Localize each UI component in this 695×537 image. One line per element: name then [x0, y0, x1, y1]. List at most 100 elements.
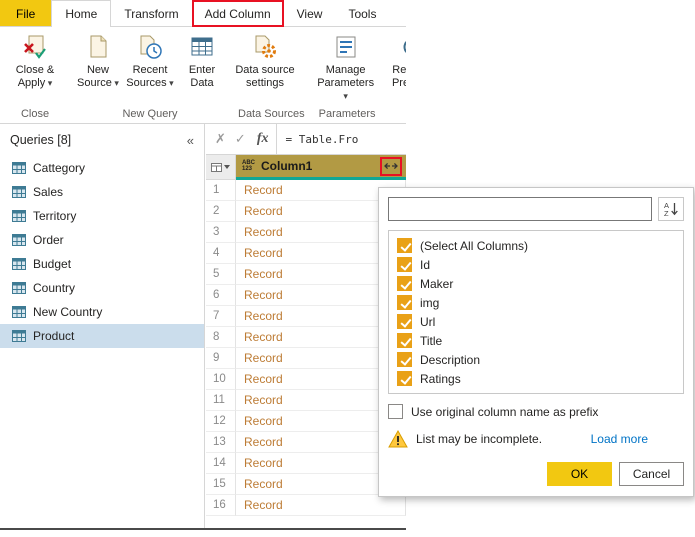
- tab-add-column[interactable]: Add Column: [191, 0, 284, 27]
- query-name: Order: [33, 233, 64, 247]
- column-list: (Select All Columns) Id Maker img Url Ti…: [388, 230, 684, 394]
- commit-formula-icon[interactable]: ✓: [235, 131, 255, 147]
- option-maker[interactable]: Maker: [397, 274, 675, 293]
- option-label: Url: [420, 314, 436, 329]
- sidebar-item-new-country[interactable]: New Country: [0, 300, 204, 324]
- formula-bar: ✗ ✓ fx = Table.Fro: [206, 123, 406, 155]
- select-all-corner-button[interactable]: [206, 155, 236, 180]
- tab-home[interactable]: Home: [51, 0, 112, 27]
- fx-icon[interactable]: fx: [255, 131, 277, 147]
- query-name: Sales: [33, 185, 64, 199]
- row-number: 16: [206, 495, 236, 516]
- manage-parameters-button[interactable]: Manage Parameters: [315, 30, 377, 104]
- ribbon-group-parameters: Manage Parameters Parameters: [315, 30, 380, 124]
- row-number: 1: [206, 180, 236, 201]
- expand-column-button[interactable]: [380, 156, 402, 176]
- tab-file[interactable]: File: [0, 0, 52, 27]
- warning-row: List may be incomplete. Load more: [388, 430, 684, 448]
- checkbox-checked-icon[interactable]: [397, 333, 412, 348]
- warning-icon: [388, 430, 408, 448]
- checkbox-checked-icon[interactable]: [397, 314, 412, 329]
- queries-pane: Queries [8] Cattegory Sales Territory Or…: [0, 124, 205, 528]
- query-name: Budget: [33, 257, 72, 271]
- option-select-all-columns[interactable]: (Select All Columns): [397, 236, 675, 255]
- checkbox-checked-icon[interactable]: [397, 238, 412, 253]
- table-row: 2 Record: [206, 201, 406, 222]
- formula-input[interactable]: = Table.Fro: [277, 133, 358, 146]
- sidebar-item-cattegory[interactable]: Cattegory: [0, 156, 204, 180]
- row-number: 5: [206, 264, 236, 285]
- checkbox-checked-icon[interactable]: [397, 295, 412, 310]
- checkbox-checked-icon[interactable]: [397, 352, 412, 367]
- data-source-settings-button[interactable]: Data source settings: [234, 30, 296, 90]
- table-icon: [12, 258, 26, 270]
- option-id[interactable]: Id: [397, 255, 675, 274]
- button-label: Refresh: [392, 64, 406, 76]
- row-number: 7: [206, 306, 236, 327]
- popup-search-row: A Z: [388, 197, 684, 221]
- table-row: 13 Record: [206, 432, 406, 453]
- checkbox-checked-icon[interactable]: [397, 276, 412, 291]
- column-type-icon: ABC 123: [242, 160, 255, 172]
- option-url[interactable]: Url: [397, 312, 675, 331]
- table-icon: [12, 330, 26, 342]
- sidebar-item-product[interactable]: Product: [0, 324, 204, 348]
- button-label: Source: [77, 77, 119, 90]
- sidebar-item-order[interactable]: Order: [0, 228, 204, 252]
- sidebar-item-budget[interactable]: Budget: [0, 252, 204, 276]
- chevron-down-icon: [224, 165, 230, 169]
- prefix-label: Use original column name as prefix: [411, 404, 599, 419]
- enter-data-button[interactable]: Enter Data: [176, 30, 228, 90]
- table-row: 12 Record: [206, 411, 406, 432]
- row-number: 8: [206, 327, 236, 348]
- ribbon-tab-bar: File Home Transform Add Column View Tool…: [0, 0, 406, 27]
- sort-button[interactable]: A Z: [658, 197, 684, 221]
- button-label: Manage: [325, 64, 366, 76]
- option-ratings[interactable]: Ratings: [397, 369, 675, 388]
- group-label-close: Close: [20, 108, 50, 120]
- option-title[interactable]: Title: [397, 331, 675, 350]
- tab-transform[interactable]: Transform: [111, 0, 191, 27]
- popup-buttons: OK Cancel: [388, 462, 684, 486]
- cancel-button[interactable]: Cancel: [619, 462, 684, 486]
- sidebar-item-territory[interactable]: Territory: [0, 204, 204, 228]
- load-more-link[interactable]: Load more: [591, 432, 648, 446]
- option-img[interactable]: img: [397, 293, 675, 312]
- search-columns-input[interactable]: [388, 197, 652, 221]
- column-header-column1[interactable]: ABC 123 Column1: [236, 155, 406, 180]
- manage-parameters-icon: [333, 34, 359, 60]
- checkbox-checked-icon[interactable]: [397, 371, 412, 386]
- option-description[interactable]: Description: [397, 350, 675, 369]
- prefix-option[interactable]: Use original column name as prefix: [388, 404, 684, 419]
- tab-tools[interactable]: Tools: [335, 0, 389, 27]
- record-link[interactable]: Record: [236, 495, 406, 516]
- query-name: Product: [33, 329, 75, 343]
- sidebar-item-sales[interactable]: Sales: [0, 180, 204, 204]
- warning-text: List may be incomplete.: [416, 432, 543, 446]
- table-row: 8 Record: [206, 327, 406, 348]
- table-row: 10 Record: [206, 369, 406, 390]
- refresh-preview-button[interactable]: Refresh Preview: [386, 30, 406, 90]
- new-source-button[interactable]: New Source: [72, 30, 124, 90]
- row-number: 2: [206, 201, 236, 222]
- cancel-formula-icon[interactable]: ✗: [206, 131, 235, 147]
- close-apply-icon: [22, 34, 48, 60]
- row-number: 10: [206, 369, 236, 390]
- checkbox-unchecked-icon[interactable]: [388, 404, 403, 419]
- ok-button[interactable]: OK: [547, 462, 612, 486]
- svg-text:Z: Z: [664, 209, 669, 218]
- option-label: (Select All Columns): [420, 238, 529, 253]
- ribbon-group-refresh: Refresh Preview: [386, 30, 406, 124]
- collapse-pane-icon[interactable]: [187, 133, 194, 148]
- type-123: 123: [242, 166, 253, 172]
- option-label: Title: [420, 333, 443, 348]
- checkbox-checked-icon[interactable]: [397, 257, 412, 272]
- close-apply-button[interactable]: Close & Apply: [4, 30, 66, 90]
- row-number: 14: [206, 453, 236, 474]
- tab-view[interactable]: View: [284, 0, 336, 27]
- recent-sources-button[interactable]: Recent Sources: [124, 30, 176, 90]
- column-name: Column1: [261, 159, 313, 173]
- row-number: 12: [206, 411, 236, 432]
- sidebar-item-country[interactable]: Country: [0, 276, 204, 300]
- enter-data-icon: [189, 34, 215, 60]
